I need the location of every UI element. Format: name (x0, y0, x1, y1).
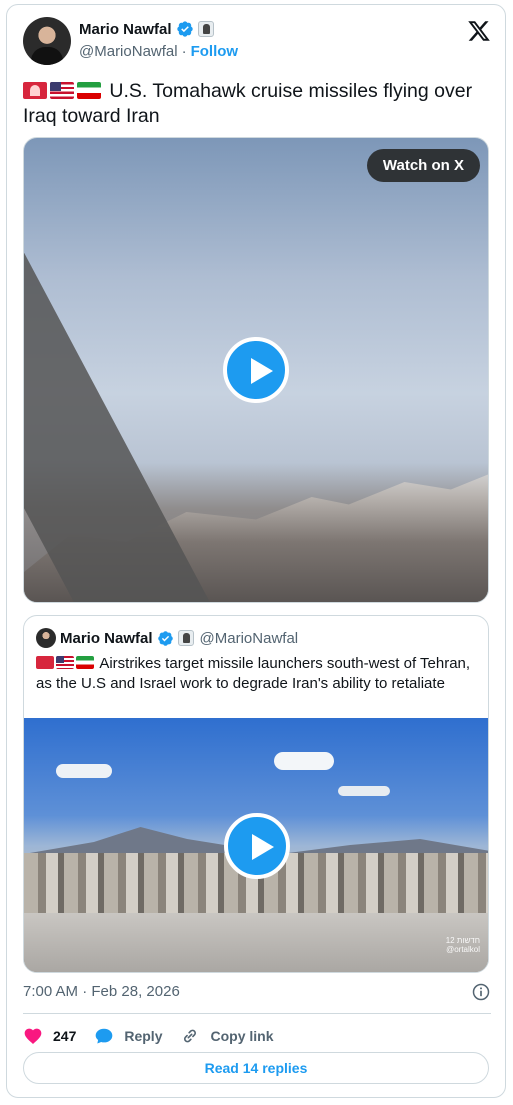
us-flag-icon (56, 656, 74, 669)
read-replies-button[interactable]: Read 14 replies (23, 1052, 489, 1084)
iran-flag-icon (76, 656, 94, 669)
play-icon[interactable] (223, 337, 289, 403)
tweet-header: Mario Nawfal @MarioNawfal · Follow (23, 17, 491, 67)
quoted-thumbnail-clouds (274, 752, 334, 770)
author-name[interactable]: Mario Nawfal (79, 21, 172, 38)
action-bar: 247 Reply Copy link (23, 1021, 274, 1051)
author-handle[interactable]: @MarioNawfal (79, 43, 178, 60)
video-watermark: חדשות 12 @ortalkol (446, 936, 480, 954)
siren-icon (36, 656, 54, 669)
reply-label: Reply (124, 1028, 163, 1044)
tweet-date[interactable]: Feb 28, 2026 (91, 983, 179, 1000)
like-count: 247 (53, 1028, 77, 1044)
tweet-text: U.S. Tomahawk cruise missiles flying ove… (23, 79, 493, 129)
quoted-author-name: Mario Nawfal (60, 629, 153, 647)
timestamp-row: 7:00 AM · Feb 28, 2026 (23, 982, 491, 1002)
watermark-line-1: חדשות 12 (445, 936, 480, 945)
watch-on-x-button[interactable]: Watch on X (366, 149, 480, 182)
handle-separator: · (181, 43, 187, 60)
tweet-card: Mario Nawfal @MarioNawfal · Follow U.S. … (6, 4, 506, 1098)
watermark-line-2: @ortalkol (446, 945, 480, 954)
quoted-tweet-text: Airstrikes target missile launchers sout… (36, 654, 482, 694)
quoted-author-handle: @MarioNawfal (199, 629, 299, 647)
quoted-author-avatar (36, 628, 56, 648)
copy-link-label: Copy link (210, 1028, 274, 1044)
us-flag-icon (50, 82, 74, 99)
author-avatar[interactable] (23, 17, 71, 65)
siren-icon (23, 82, 47, 99)
link-icon (184, 1029, 197, 1043)
reply-bubble-icon (96, 1028, 113, 1044)
quoted-tweet-header: Mario Nawfal @MarioNawfal (36, 628, 298, 648)
quoted-tweet[interactable]: Mario Nawfal @MarioNawfal Airstrikes tar… (23, 615, 489, 973)
affiliate-badge-icon (177, 630, 194, 646)
affiliate-badge-icon (197, 21, 214, 37)
heart-icon (24, 1028, 42, 1044)
verified-badge-icon (176, 21, 193, 37)
verified-badge-icon (157, 630, 173, 646)
reply-button[interactable]: Reply (94, 1026, 162, 1046)
quoted-tweet-body: Airstrikes target missile launchers sout… (36, 655, 471, 692)
video-player[interactable]: Watch on X (23, 137, 489, 603)
timestamp-separator: · (82, 983, 88, 1000)
follow-button[interactable]: Follow (191, 43, 239, 60)
divider (23, 1013, 491, 1014)
quoted-video-player[interactable]: חדשות 12 @ortalkol (24, 718, 488, 972)
tweet-time[interactable]: 7:00 AM (23, 983, 78, 1000)
x-logo-icon[interactable] (467, 19, 491, 43)
iran-flag-icon (77, 82, 101, 99)
author-name-row: Mario Nawfal (79, 20, 214, 38)
like-button[interactable]: 247 (23, 1026, 76, 1046)
author-handle-row: @MarioNawfal · Follow (79, 43, 238, 60)
quoted-thumbnail-wall (24, 913, 488, 972)
copy-link-button[interactable]: Copy link (180, 1026, 274, 1046)
info-icon[interactable] (471, 982, 491, 1002)
play-icon[interactable] (224, 813, 290, 879)
